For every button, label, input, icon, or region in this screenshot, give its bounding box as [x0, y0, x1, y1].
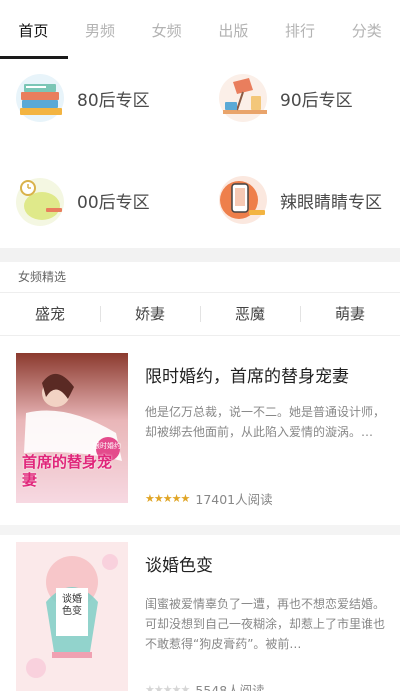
desk-lamp-icon: [215, 68, 275, 128]
category-label: 80后专区: [77, 90, 150, 111]
star-icon: ★: [145, 492, 155, 505]
reader-count: 17401人阅读: [195, 492, 273, 507]
star-icon: ★: [180, 492, 191, 505]
star-icon: ★: [145, 683, 155, 691]
book-title: 限时婚约，首席的替身宠妻: [145, 367, 349, 387]
star-icon: ★: [162, 492, 173, 505]
rating-row: ★ ★ ★ ★ ★ 5548人阅读: [145, 680, 265, 691]
tag-chip[interactable]: 恶魔: [200, 293, 300, 335]
tag-chip[interactable]: 盛宠: [0, 293, 100, 335]
book-list-item[interactable]: 谈婚色变 谈婚色变 闺蜜被爱情辜负了一遭，再也不想恋爱结婚。可却没想到自己一夜糊…: [0, 535, 400, 691]
star-icon: ★: [171, 683, 182, 691]
category-eye-candy[interactable]: 辣眼睛睛专区: [215, 170, 382, 230]
tab-category[interactable]: 分类: [333, 0, 400, 62]
tag-chip[interactable]: 娇妻: [100, 293, 200, 335]
active-tab-indicator: [0, 56, 68, 59]
book-cover-image: 限时婚约 首席的替身宠妻: [16, 353, 128, 503]
category-label: 90后专区: [280, 90, 353, 111]
tag-chip-row: 盛宠 娇妻 恶魔 萌妻: [0, 292, 400, 336]
list-divider: [0, 525, 400, 535]
star-icon: ★: [153, 492, 164, 505]
reader-count: 5548人阅读: [195, 683, 265, 691]
book-list-item[interactable]: 限时婚约 首席的替身宠妻 限时婚约，首席的替身宠妻 他是亿万总裁，说一不二。她是…: [0, 345, 400, 520]
cover-title-text: 谈婚色变: [62, 594, 82, 617]
category-label: 00后专区: [77, 192, 150, 213]
books-icon: [12, 68, 72, 128]
tab-ranking[interactable]: 排行: [267, 0, 334, 62]
cover-badge: 限时婚约: [93, 442, 121, 450]
book-title: 谈婚色变: [145, 556, 213, 576]
section-divider: [0, 248, 400, 262]
tag-chip[interactable]: 萌妻: [300, 293, 400, 335]
category-00s[interactable]: 00后专区: [12, 170, 150, 230]
tab-publish[interactable]: 出版: [200, 0, 267, 62]
book-description: 闺蜜被爱情辜负了一遭，再也不想恋爱结婚。可却没想到自己一夜糊涂，却惹上了市里谁也…: [145, 597, 386, 651]
category-90s[interactable]: 90后专区: [215, 68, 353, 128]
tab-home[interactable]: 首页: [0, 0, 67, 62]
star-icon: ★: [180, 683, 191, 691]
section-title: 女频精选: [18, 270, 67, 284]
channel-tab-bar: 首页 男频 女频 出版 排行 分类: [0, 0, 400, 62]
tab-male[interactable]: 男频: [67, 0, 134, 62]
book-description: 他是亿万总裁，说一不二。她是普通设计师，却被绑去他面前，从此陷入爱情的漩涡。…: [145, 405, 386, 439]
category-label: 辣眼睛睛专区: [280, 192, 382, 213]
star-icon: ★: [171, 492, 182, 505]
category-80s[interactable]: 80后专区: [12, 68, 150, 128]
book-cover-image: 谈婚色变: [16, 542, 128, 691]
clock-icon: [12, 170, 72, 230]
rating-row: ★ ★ ★ ★ ★ 17401人阅读: [145, 489, 273, 508]
star-icon: ★: [162, 683, 173, 691]
star-icon: ★: [153, 683, 164, 691]
cover-title-text: 首席的替身宠妻: [22, 453, 113, 489]
tab-female[interactable]: 女频: [133, 0, 200, 62]
phone-icon: [215, 170, 275, 230]
